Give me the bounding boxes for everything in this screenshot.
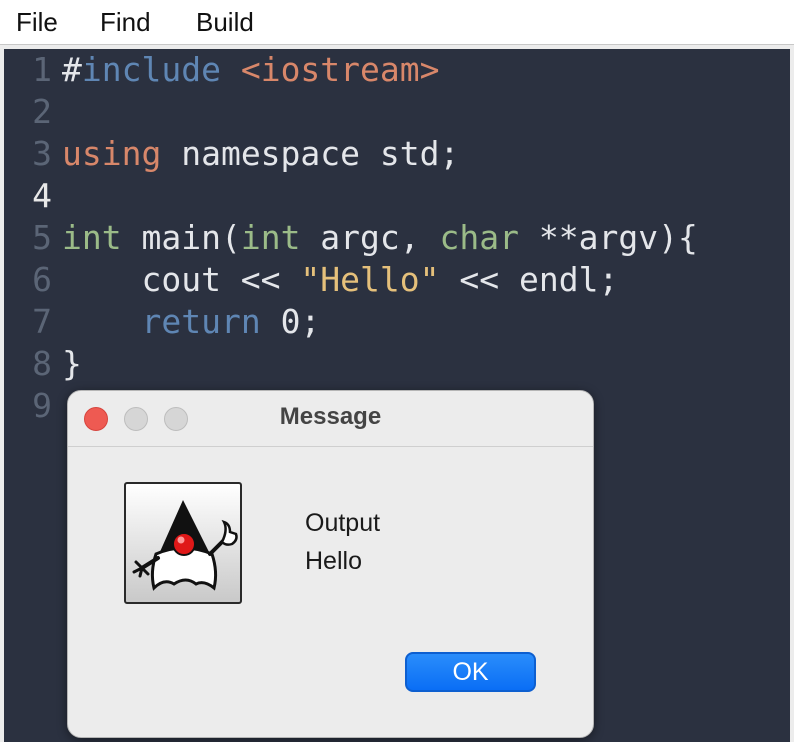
code-token: char <box>439 218 519 257</box>
code-text: } <box>62 343 82 385</box>
code-text: int main(int argc, char **argv){ <box>62 217 698 259</box>
menu-file[interactable]: File <box>16 6 58 38</box>
line-number: 6 <box>32 260 52 299</box>
line-number: 3 <box>32 134 52 173</box>
code-token: main( <box>121 218 241 257</box>
code-token: int <box>240 218 301 257</box>
code-token: argc, <box>300 218 440 257</box>
code-text: return 0; <box>62 301 320 343</box>
menu-find[interactable]: Find <box>100 6 151 38</box>
code-line[interactable]: 8} <box>4 343 790 385</box>
duke-java-mascot-icon <box>124 482 242 604</box>
code-token: return <box>141 302 261 341</box>
line-number: 5 <box>32 218 52 257</box>
code-token: **argv){ <box>519 218 698 257</box>
code-token: cout << <box>62 260 301 299</box>
code-text: cout << "Hello" << endl; <box>62 259 618 301</box>
code-token: # <box>62 50 82 89</box>
message-line-1: Output <box>305 509 381 537</box>
line-number: 1 <box>32 50 52 89</box>
message-line-2: Hello <box>305 547 362 575</box>
menu-build[interactable]: Build <box>196 6 254 38</box>
code-line[interactable]: 3 using namespace std; <box>4 133 790 175</box>
line-number: 8 <box>32 344 52 383</box>
code-text: using namespace std; <box>62 133 459 175</box>
code-token: int <box>62 218 122 257</box>
line-number: 2 <box>32 92 52 131</box>
message-dialog: Message Output Hello OK <box>67 390 594 738</box>
code-line[interactable]: 4 <box>4 175 790 217</box>
code-line[interactable]: 7 return 0; <box>4 301 790 343</box>
code-token: namespace std; <box>161 134 460 173</box>
dialog-title: Message <box>279 403 382 430</box>
code-token: } <box>62 344 82 383</box>
code-line[interactable]: 2 <box>4 91 790 133</box>
line-number: 4 <box>32 176 52 215</box>
code-token: <iostream> <box>240 50 440 89</box>
code-token: 0; <box>260 302 321 341</box>
line-number: 9 <box>32 386 52 425</box>
code-text: #include <iostream> <box>62 49 440 91</box>
menu-bar: File Find Build <box>0 0 794 45</box>
code-token: include <box>81 50 221 89</box>
line-number: 7 <box>32 302 52 341</box>
ok-button[interactable]: OK <box>405 652 536 692</box>
code-line[interactable]: 5 int main(int argc, char **argv){ <box>4 217 790 259</box>
code-line[interactable]: 6 cout << "Hello" << endl; <box>4 259 790 301</box>
dialog-titlebar[interactable]: Message <box>68 391 593 447</box>
code-line[interactable]: 1 #include <iostream> <box>4 49 790 91</box>
code-token: "Hello" <box>300 260 440 299</box>
code-token: << endl; <box>439 260 619 299</box>
code-token: using <box>62 134 162 173</box>
